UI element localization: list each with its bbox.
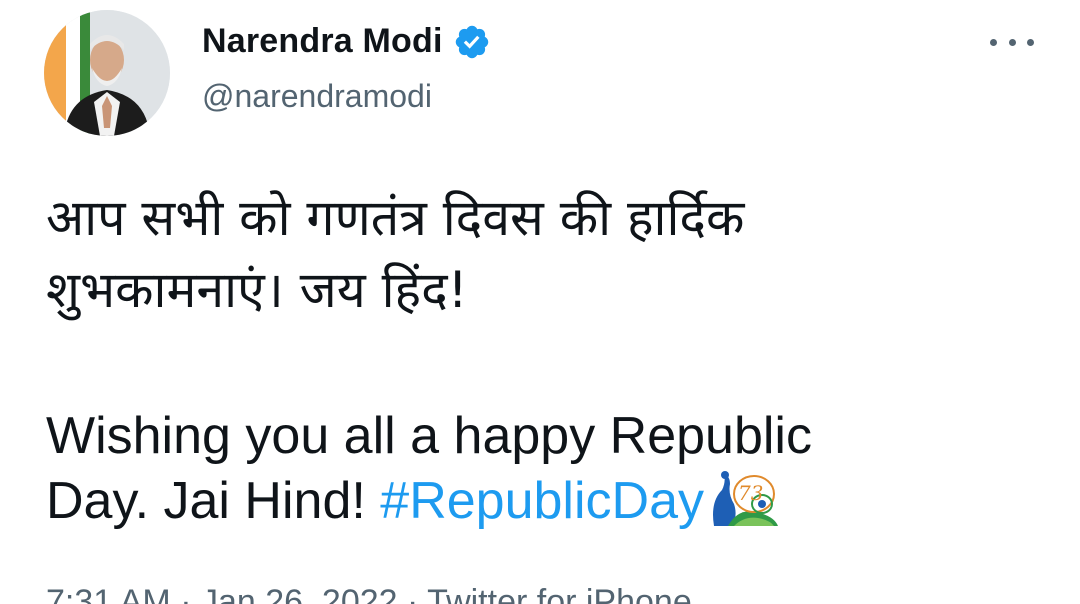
dot — [1027, 38, 1034, 46]
tweet-english-line-1: Wishing you all a happy Republic — [46, 407, 812, 465]
tweet-english-line-2: Day. Jai Hind! #RepublicDay 73 — [46, 468, 1046, 533]
author-display-name[interactable]: Narendra Modi — [202, 22, 443, 61]
dot — [990, 38, 997, 46]
avatar[interactable] — [44, 10, 170, 136]
tweet-text-hindi: आप सभी को गणतंत्र दिवस की हार्दिक शुभकाम… — [46, 182, 1006, 326]
tweet-timestamp[interactable]: 7:31 AM · Jan 26, 2022 · — [46, 583, 427, 604]
more-options-icon[interactable] — [990, 30, 1034, 54]
dot — [1008, 38, 1016, 46]
avatar-image — [44, 10, 170, 136]
author-handle[interactable]: @narendramodi — [202, 78, 432, 115]
tweet-meta: 7:31 AM · Jan 26, 2022 · Twitter for iPh… — [46, 582, 692, 604]
author-name-row: Narendra Modi — [202, 22, 491, 61]
verified-badge-icon — [453, 23, 491, 61]
tweet-card: Narendra Modi @narendramodi आप सभी को गण… — [0, 0, 1080, 604]
tweet-source[interactable]: Twitter for iPhone — [427, 583, 692, 604]
tweet-hindi-line-2: शुभकामनाएं। जय हिंद! — [46, 261, 468, 319]
tweet-hindi-line-1: आप सभी को गणतंत्र दिवस की हार्दिक — [46, 189, 745, 247]
tweet-text-english: Wishing you all a happy Republic Day. Ja… — [46, 404, 1046, 533]
republic-day-hashtag[interactable]: #RepublicDay — [380, 472, 704, 530]
republic-day-peacock-emoji: 73 — [704, 468, 780, 528]
svg-text:73: 73 — [738, 481, 763, 505]
tweet-english-line-2-prefix: Day. Jai Hind! — [46, 472, 381, 530]
